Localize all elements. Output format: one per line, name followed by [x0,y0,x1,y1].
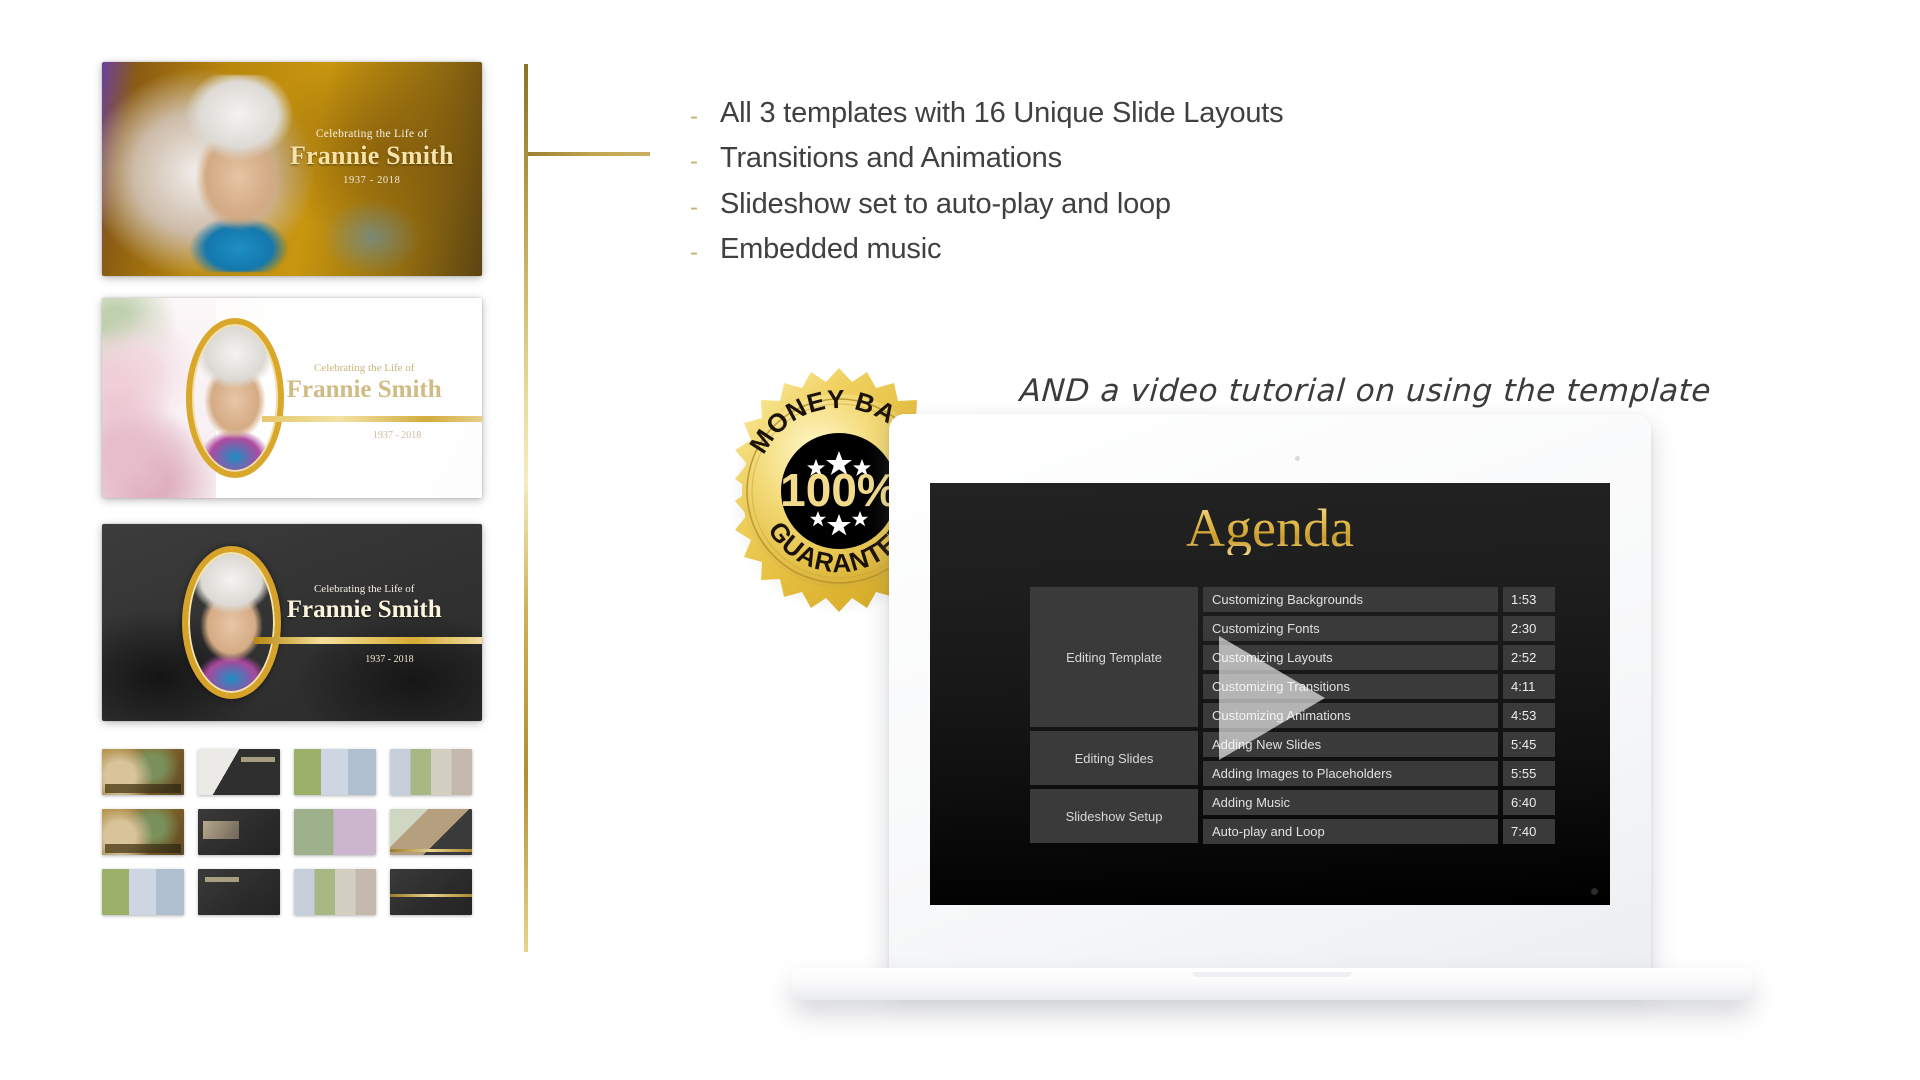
agenda-time: 7:40 [1503,819,1555,844]
feature-label: All 3 templates with 16 Unique Slide Lay… [720,97,1284,129]
thumbnail-item[interactable] [294,869,376,915]
slide-dark-text: Celebrating the Life of Frannie Smith [262,583,467,624]
thumbnail-caption-bar [105,784,181,794]
feature-item: - All 3 templates with 16 Unique Slide L… [690,96,1590,131]
thumbnail-item[interactable] [102,749,184,795]
thumbnail-item[interactable] [294,749,376,795]
photo-backdrop-blur [322,198,422,276]
feature-label: Embedded music [720,233,942,266]
thumbnail-caption-bar [105,844,181,854]
slide-name: Frannie Smith [286,596,442,624]
agenda-time: 5:45 [1503,732,1555,757]
webcam-icon [1295,456,1300,461]
thumbnail-item[interactable] [390,809,472,855]
feature-item: - Embedded music [690,232,1590,267]
thumbnail-item[interactable] [390,869,472,915]
agenda-time: 2:52 [1503,645,1555,670]
agenda-time: 4:11 [1503,674,1555,699]
agenda-topic: Customizing Backgrounds [1203,587,1498,612]
thumbnail-item[interactable] [198,809,280,855]
agenda-title: Agenda [930,501,1610,555]
bullet-dash-icon: - [690,103,698,130]
slide-floral-text: Celebrating the Life of Frannie Smith [262,362,467,404]
thumbnail-gold-bar [390,893,472,897]
slide-years: 1937 - 2018 [343,175,401,187]
agenda-topic: Adding Music [1203,790,1498,815]
thumbnail-gold-bar [390,849,472,853]
agenda-category: Editing Template [1030,587,1198,727]
agenda-time: 2:30 [1503,616,1555,641]
thumbnail-item[interactable] [102,809,184,855]
video-tutorial-tagline: AND a video tutorial on using the templa… [1018,373,1713,409]
agenda-time: 6:40 [1503,790,1555,815]
agenda-category: Slideshow Setup [1030,789,1198,843]
laptop-trackpad-notch [1192,972,1352,977]
slide-previews-column: Celebrating the Life of Frannie Smith 19… [102,62,482,915]
thumbnail-item[interactable] [294,809,376,855]
feature-item: - Transitions and Animations [690,141,1590,176]
gold-divider [254,637,482,645]
agenda-category: Editing Slides [1030,731,1198,785]
agenda-time: 4:53 [1503,703,1555,728]
page-root: Celebrating the Life of Frannie Smith 19… [0,0,1920,1080]
slide-preview-dark[interactable]: Celebrating the Life of Frannie Smith 19… [102,524,482,721]
bullet-dash-icon: - [690,148,698,176]
screen-corner-dot [1591,888,1598,895]
slide-eyebrow: Celebrating the Life of [313,583,415,596]
agenda-category-column: Editing Template Editing Slides Slidesho… [1030,587,1198,847]
thumbnail-photo-block [202,820,239,839]
feature-list: - All 3 templates with 16 Unique Slide L… [690,96,1590,278]
thumbnail-text-bar [204,877,239,883]
play-triangle-icon[interactable] [1205,628,1335,768]
agenda-row: Adding Music 6:40 [1203,790,1555,815]
vertical-gold-divider [524,64,528,952]
agenda-row: Auto-play and Loop 7:40 [1203,819,1555,844]
thumbnail-item[interactable] [390,749,472,795]
feature-label: Slideshow set to auto-play and loop [720,187,1171,220]
slide-thumbnail-grid [102,749,482,915]
video-player-screen[interactable]: Agenda Editing Template Editing Slides S… [930,483,1610,905]
bullet-dash-icon: - [690,239,698,267]
slide-preview-floral[interactable]: Celebrating the Life of Frannie Smith 19… [102,298,482,498]
slide-years: 1937 - 2018 [372,430,422,441]
agenda-topic: Auto-play and Loop [1203,819,1498,844]
slide-eyebrow: Celebrating the Life of [315,128,428,141]
slide-preview-gold[interactable]: Celebrating the Life of Frannie Smith 19… [102,62,482,276]
gold-divider [261,416,482,422]
slide-gold-text: Celebrating the Life of Frannie Smith 19… [284,128,459,186]
bullet-dash-icon: - [690,193,698,221]
slide-years: 1937 - 2018 [365,654,414,666]
agenda-row: Customizing Backgrounds 1:53 [1203,587,1555,612]
feature-item: - Slideshow set to auto-play and loop [690,187,1590,222]
horizontal-gold-connector [528,152,650,156]
thumbnail-text-bar [240,757,276,763]
thumbnail-item[interactable] [198,869,280,915]
slide-eyebrow: Celebrating the Life of [313,362,415,374]
agenda-time: 1:53 [1503,587,1555,612]
slide-name: Frannie Smith [286,376,442,403]
feature-label: Transitions and Animations [720,142,1062,175]
slide-name: Frannie Smith [289,141,454,171]
laptop-mockup: Agenda Editing Template Editing Slides S… [792,414,1752,1014]
thumbnail-item[interactable] [198,749,280,795]
thumbnail-item[interactable] [102,869,184,915]
agenda-time: 5:55 [1503,761,1555,786]
